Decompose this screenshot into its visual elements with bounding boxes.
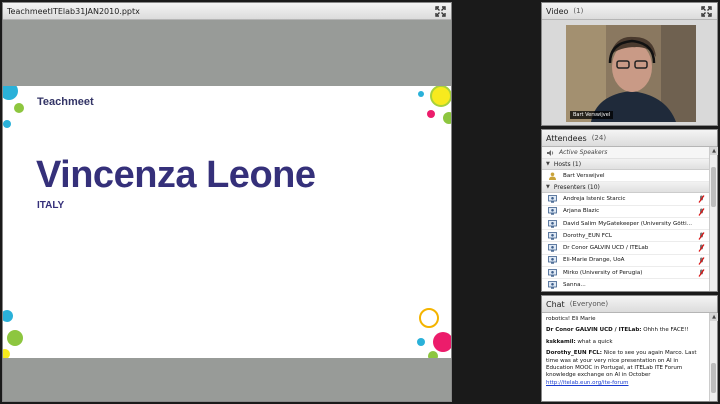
fullscreen-icon[interactable] xyxy=(435,6,446,17)
attendee-name: Dorothy_EUN FCL xyxy=(563,232,613,239)
attendee-name: Eli-Marie Drange, UoA xyxy=(563,257,625,264)
attendee-row[interactable]: Andreja Istenic Starcic xyxy=(542,193,709,206)
attendees-pod-title: Attendees xyxy=(546,133,587,143)
chat-message: Dr Conor GALVIN UCD / ITELab: Ohhh the F… xyxy=(546,327,705,334)
chat-message-text: what a quick xyxy=(577,338,613,345)
attendee-name: David Salim MyGatekeeper (University Göt… xyxy=(563,220,692,227)
attendee-row[interactable]: Eli-Marie Drange, UoA xyxy=(542,255,709,268)
collapse-triangle-icon: ▼ xyxy=(546,184,550,191)
share-pod-header: TeachmeetITElab31JAN2010.pptx xyxy=(3,3,451,20)
scroll-thumb[interactable] xyxy=(711,363,716,393)
attendee-name: Sanna... xyxy=(563,282,586,289)
chat-sender: kskkamil: xyxy=(546,338,576,345)
chat-link[interactable]: http://itelab.eun.org/ite-forum xyxy=(546,380,629,386)
webcam-image xyxy=(566,25,696,122)
chat-message: kskkamil: what a quick xyxy=(546,339,705,346)
video-pod-header: Video (1) xyxy=(542,3,717,20)
chat-pod: Chat (Everyone) robotics! Eli Marie Dr C… xyxy=(541,295,718,402)
scroll-thumb[interactable] xyxy=(711,167,716,207)
active-speakers-label: Active Speakers xyxy=(559,149,608,156)
presenters-group-label: Presenters (10) xyxy=(553,183,600,191)
attendee-row[interactable]: Dorothy_EUN FCL xyxy=(542,230,709,243)
presenter-icon xyxy=(548,207,557,215)
attendee-scrollbar[interactable]: ▲ xyxy=(709,147,718,291)
microphone-muted-icon[interactable] xyxy=(698,256,705,265)
slide-decoration-left xyxy=(3,86,24,128)
chat-scope[interactable]: (Everyone) xyxy=(570,300,608,308)
slide-decoration-bottom-right xyxy=(417,308,451,358)
attendee-row[interactable]: Sanna... xyxy=(542,279,709,291)
presenters-group-header[interactable]: ▼ Presenters (10) xyxy=(542,182,709,194)
webcam-caption: Bart Verswijvel xyxy=(570,111,614,119)
chat-sender: Dr Conor GALVIN UCD / ITELab: xyxy=(546,327,642,334)
attendee-row[interactable]: Dr Conor GALVIN UCD / ITELab xyxy=(542,242,709,255)
share-pod: TeachmeetITElab31JAN2010.pptx Teachmeet … xyxy=(2,2,452,402)
presenter-icon xyxy=(548,268,557,277)
chat-sender: Dorothy_EUN FCL: xyxy=(546,350,602,357)
chat-message: Dorothy_EUN FCL: Nice to see you again M… xyxy=(546,350,705,387)
hosts-group-header[interactable]: ▼ Hosts (1) xyxy=(542,159,709,170)
slide-pretitle: Teachmeet xyxy=(37,96,94,108)
slide-country: ITALY xyxy=(37,200,65,211)
attendee-name: Arjana Blazic xyxy=(563,208,600,215)
collapse-triangle-icon: ▼ xyxy=(546,161,550,167)
slide-decoration-right xyxy=(418,86,451,124)
chat-pod-header: Chat (Everyone) xyxy=(542,296,717,313)
presenter-icon xyxy=(548,256,557,265)
attendee-row[interactable]: David Salim MyGatekeeper (University Göt… xyxy=(542,218,709,231)
speaker-icon xyxy=(547,149,554,156)
video-pod: Video (1) Bart Verswijvel xyxy=(541,2,718,126)
attendees-pod: Attendees (24) Active Speakers ▼ Hosts (… xyxy=(541,129,718,292)
slide-decoration-bottom-left xyxy=(3,310,23,358)
video-count: (1) xyxy=(573,7,584,15)
attendee-name: Mirko (University of Perugia) xyxy=(563,269,643,276)
chat-scrollbar[interactable]: ▲ xyxy=(709,313,718,401)
chat-message-text: Ohhh the FACE!! xyxy=(643,327,689,334)
attendee-row[interactable]: Bart Verswijvel xyxy=(542,170,709,183)
scroll-up-icon[interactable]: ▲ xyxy=(710,147,718,155)
share-pod-content: Teachmeet Vincenza Leone ITALY xyxy=(3,20,451,401)
scroll-up-icon[interactable]: ▲ xyxy=(710,313,718,321)
presenter-icon xyxy=(548,244,557,252)
slide-speaker-name: Vincenza Leone xyxy=(36,154,316,196)
presenter-icon xyxy=(548,231,557,240)
attendee-name: Dr Conor GALVIN UCD / ITELab xyxy=(563,245,649,252)
presenter-icon xyxy=(548,219,557,228)
attendee-row[interactable]: Mirko (University of Perugia) xyxy=(542,267,709,280)
chat-message-text: robotics! Eli Marie xyxy=(546,316,596,322)
share-pod-title: TeachmeetITElab31JAN2010.pptx xyxy=(7,6,140,16)
attendees-count: (24) xyxy=(591,134,607,142)
attendee-name: Bart Verswijvel xyxy=(563,172,605,179)
attendees-pod-header: Attendees (24) xyxy=(542,130,717,147)
host-user-icon xyxy=(549,172,556,180)
attendee-name: Andreja Istenic Starcic xyxy=(563,195,626,202)
microphone-muted-icon[interactable] xyxy=(698,195,705,204)
attendee-row[interactable]: Arjana Blazic xyxy=(542,206,709,218)
chat-message: robotics! Eli Marie xyxy=(546,316,705,323)
video-pod-title: Video xyxy=(546,6,569,16)
active-speakers-row: Active Speakers xyxy=(542,147,709,159)
microphone-muted-icon[interactable] xyxy=(698,232,705,241)
chat-pod-title: Chat xyxy=(546,299,565,309)
hosts-group-label: Hosts (1) xyxy=(553,160,582,168)
fullscreen-icon[interactable] xyxy=(701,6,712,17)
chat-messages: robotics! Eli Marie Dr Conor GALVIN UCD … xyxy=(542,313,709,401)
attendee-list: Active Speakers ▼ Hosts (1) Bart Verswij… xyxy=(542,147,709,291)
presentation-slide: Teachmeet Vincenza Leone ITALY xyxy=(3,86,451,358)
video-pod-content: Bart Verswijvel xyxy=(542,20,717,125)
webcam-feed[interactable]: Bart Verswijvel xyxy=(566,25,696,122)
microphone-muted-icon[interactable] xyxy=(698,207,705,216)
microphone-muted-icon[interactable] xyxy=(698,244,705,253)
presenter-icon xyxy=(548,195,557,203)
microphone-muted-icon[interactable] xyxy=(698,269,705,277)
presenter-icon xyxy=(548,281,557,289)
